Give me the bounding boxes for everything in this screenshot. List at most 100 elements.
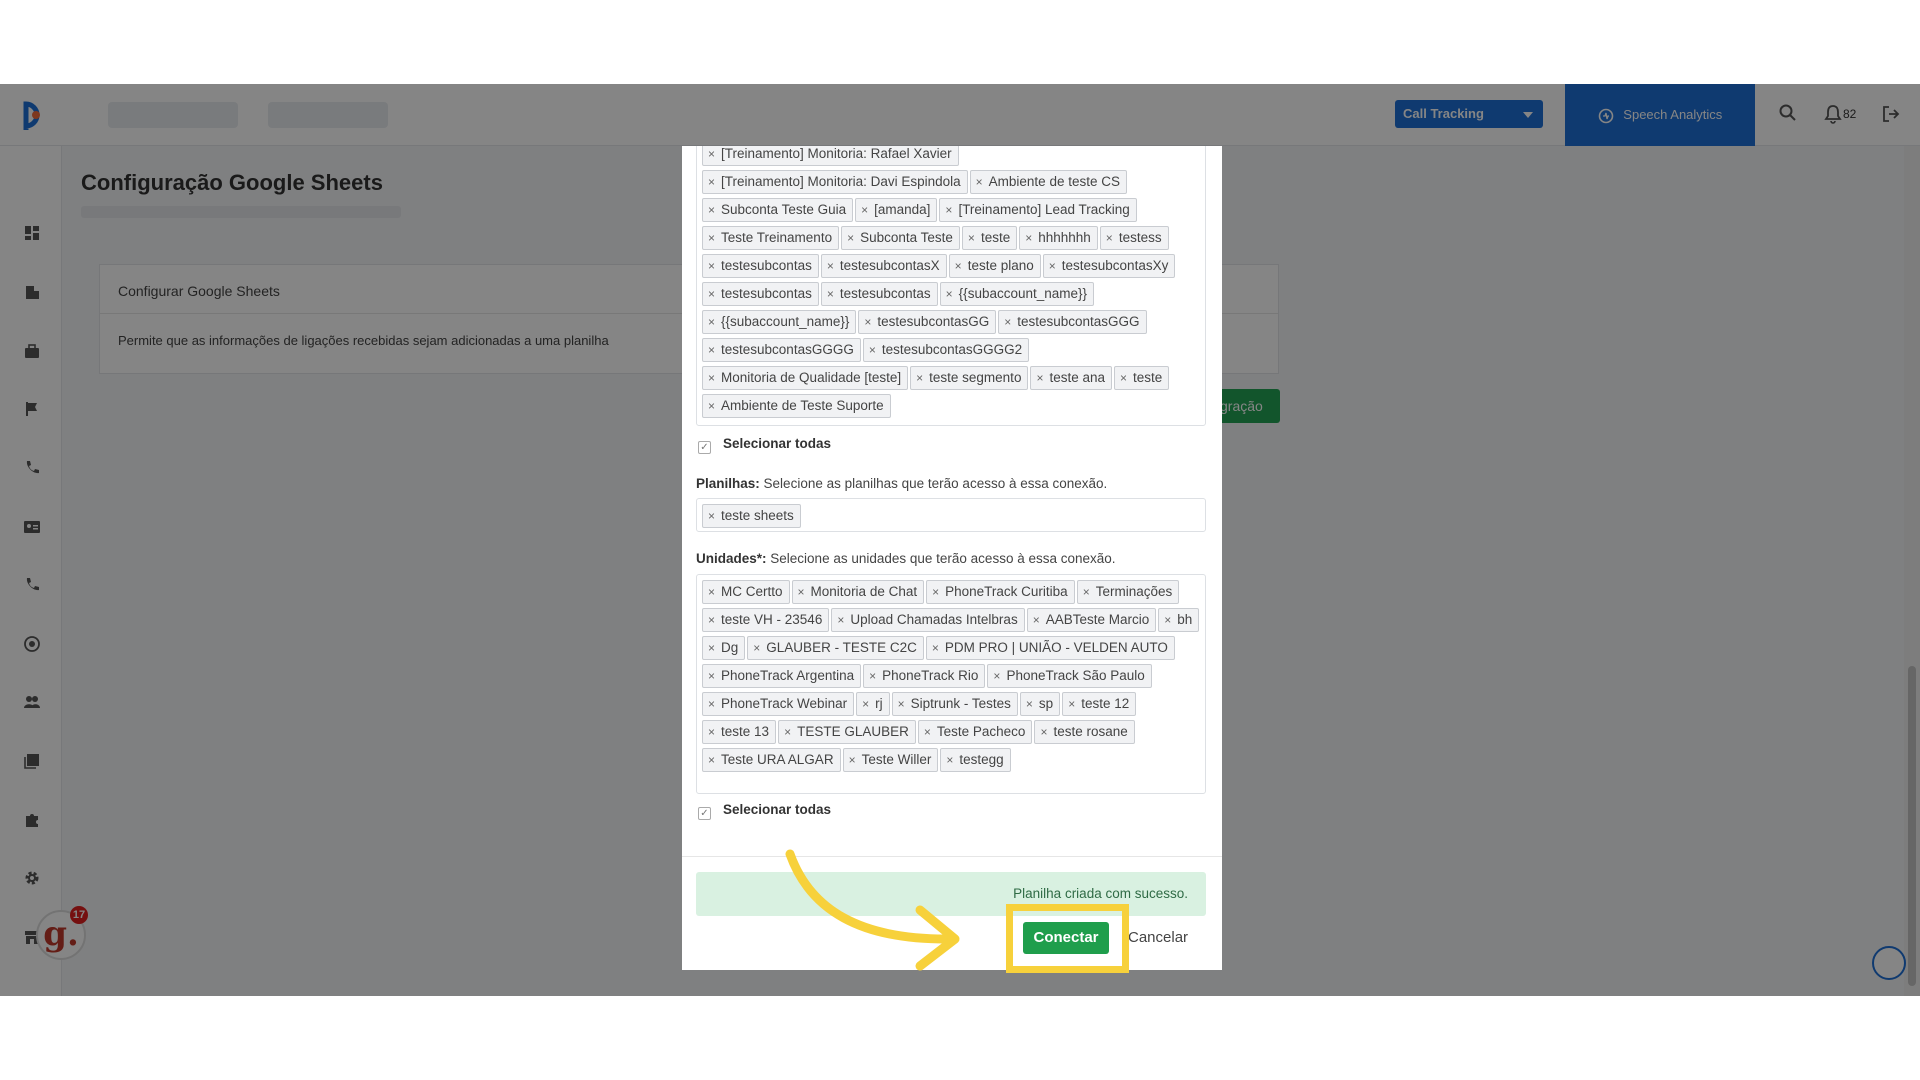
- remove-tag-icon[interactable]: ×: [993, 669, 1000, 683]
- account-tag: × testesubcontasGG: [858, 310, 997, 334]
- remove-tag-icon[interactable]: ×: [976, 175, 983, 189]
- unit-tag: × rj: [856, 692, 890, 716]
- units-tag-input[interactable]: × MC Certto × Monitoria de Chat × PhoneTrack …: [696, 574, 1206, 794]
- remove-tag-icon[interactable]: ×: [1036, 371, 1043, 385]
- remove-tag-icon[interactable]: ×: [1025, 231, 1032, 245]
- tag-label: Terminações: [1095, 584, 1173, 599]
- remove-tag-icon[interactable]: ×: [708, 259, 715, 273]
- remove-tag-icon[interactable]: ×: [827, 259, 834, 273]
- remove-tag-icon[interactable]: ×: [1049, 259, 1056, 273]
- select-all-label: Selecionar todas: [723, 802, 832, 817]
- tag-label: sp: [1038, 696, 1054, 711]
- remove-tag-icon[interactable]: ×: [708, 315, 715, 329]
- tag-label: Ambiente de Teste Suporte: [721, 398, 884, 413]
- select-all-units[interactable]: ✓ Selecionar todas: [698, 802, 831, 820]
- tag-label: teste 12: [1081, 696, 1130, 711]
- remove-tag-icon[interactable]: ×: [1106, 231, 1113, 245]
- unit-tag: × testegg: [940, 748, 1011, 772]
- remove-tag-icon[interactable]: ×: [1040, 725, 1047, 739]
- remove-tag-icon[interactable]: ×: [798, 585, 805, 599]
- remove-tag-icon[interactable]: ×: [837, 613, 844, 627]
- tag-label: teste sheets: [721, 508, 794, 523]
- remove-tag-icon[interactable]: ×: [1033, 613, 1040, 627]
- remove-tag-icon[interactable]: ×: [827, 287, 834, 301]
- remove-tag-icon[interactable]: ×: [708, 175, 715, 189]
- tag-label: Subconta Teste: [860, 230, 953, 245]
- unit-tag: × PhoneTrack Rio: [863, 664, 986, 688]
- remove-tag-icon[interactable]: ×: [708, 371, 715, 385]
- account-tag: × Ambiente de teste CS: [969, 170, 1127, 194]
- tag-label: teste ana: [1049, 370, 1106, 385]
- remove-tag-icon[interactable]: ×: [708, 203, 715, 217]
- remove-tag-icon[interactable]: ×: [708, 287, 715, 301]
- remove-tag-icon[interactable]: ×: [869, 343, 876, 357]
- tag-label: Monitoria de Qualidade [teste]: [721, 370, 902, 385]
- remove-tag-icon[interactable]: ×: [708, 641, 715, 655]
- remove-tag-icon[interactable]: ×: [708, 725, 715, 739]
- remove-tag-icon[interactable]: ×: [946, 753, 953, 767]
- account-tag: × hhhhhhh: [1019, 226, 1098, 250]
- tag-label: Teste Pacheco: [936, 724, 1026, 739]
- remove-tag-icon[interactable]: ×: [708, 399, 715, 413]
- remove-tag-icon[interactable]: ×: [708, 343, 715, 357]
- remove-tag-icon[interactable]: ×: [753, 641, 760, 655]
- unit-tag: × PhoneTrack Curitiba: [926, 580, 1075, 604]
- checkbox-icon[interactable]: ✓: [698, 441, 711, 454]
- account-tag: × Monitoria de Qualidade [teste]: [702, 366, 909, 390]
- tag-label: bh: [1177, 612, 1193, 627]
- remove-tag-icon[interactable]: ×: [1068, 697, 1075, 711]
- remove-tag-icon[interactable]: ×: [898, 697, 905, 711]
- unit-tag: × teste rosane: [1034, 720, 1135, 744]
- remove-tag-icon[interactable]: ×: [708, 613, 715, 627]
- remove-tag-icon[interactable]: ×: [869, 669, 876, 683]
- accounts-tag-input[interactable]: × [Treinamento] Monitoria: Rafael Xavier×…: [696, 146, 1206, 426]
- remove-tag-icon[interactable]: ×: [708, 669, 715, 683]
- remove-tag-icon[interactable]: ×: [932, 585, 939, 599]
- pointer-arrow-icon: [785, 849, 960, 971]
- remove-tag-icon[interactable]: ×: [849, 753, 856, 767]
- select-all-accounts[interactable]: ✓ Selecionar todas: [698, 436, 831, 454]
- account-tag: × [Treinamento] Lead Tracking: [939, 198, 1137, 222]
- remove-tag-icon[interactable]: ×: [955, 259, 962, 273]
- sheets-label-bold: Planilhas:: [696, 476, 760, 491]
- tag-label: Teste URA ALGAR: [721, 752, 834, 767]
- remove-tag-icon[interactable]: ×: [1004, 315, 1011, 329]
- remove-tag-icon[interactable]: ×: [864, 315, 871, 329]
- account-tag: × testesubcontas: [702, 254, 819, 278]
- remove-tag-icon[interactable]: ×: [1083, 585, 1090, 599]
- remove-tag-icon[interactable]: ×: [861, 203, 868, 217]
- account-tag: × teste: [1114, 366, 1170, 390]
- remove-tag-icon[interactable]: ×: [1120, 371, 1127, 385]
- unit-tag: × bh: [1158, 608, 1200, 632]
- remove-tag-icon[interactable]: ×: [968, 231, 975, 245]
- remove-tag-icon[interactable]: ×: [784, 725, 791, 739]
- remove-tag-icon[interactable]: ×: [847, 231, 854, 245]
- unit-tag: × teste 13: [702, 720, 777, 744]
- account-tag: × [amanda]: [855, 198, 938, 222]
- tag-label: testesubcontasGGG: [1017, 314, 1140, 329]
- remove-tag-icon[interactable]: ×: [708, 697, 715, 711]
- tag-label: [amanda]: [874, 202, 931, 217]
- checkbox-icon[interactable]: ✓: [698, 807, 711, 820]
- sheets-tag-input[interactable]: × teste sheets: [696, 498, 1206, 532]
- remove-tag-icon[interactable]: ×: [708, 231, 715, 245]
- account-tag: × {{subaccount_name}}: [939, 282, 1095, 306]
- remove-tag-icon[interactable]: ×: [708, 753, 715, 767]
- account-tag: × testesubcontasX: [820, 254, 947, 278]
- remove-tag-icon[interactable]: ×: [916, 371, 923, 385]
- unit-tag: × GLAUBER - TESTE C2C: [747, 636, 924, 660]
- remove-tag-icon[interactable]: ×: [1026, 697, 1033, 711]
- tag-label: teste plano: [967, 258, 1034, 273]
- remove-tag-icon[interactable]: ×: [708, 509, 715, 523]
- account-tag: × testesubcontas: [820, 282, 938, 306]
- remove-tag-icon[interactable]: ×: [924, 725, 931, 739]
- remove-tag-icon[interactable]: ×: [946, 287, 953, 301]
- remove-tag-icon[interactable]: ×: [862, 697, 869, 711]
- remove-tag-icon[interactable]: ×: [708, 585, 715, 599]
- remove-tag-icon[interactable]: ×: [708, 147, 715, 161]
- tag-label: [Treinamento] Monitoria: Davi Espindola: [721, 174, 961, 189]
- remove-tag-icon[interactable]: ×: [1164, 613, 1171, 627]
- tag-label: Teste Willer: [861, 752, 932, 767]
- remove-tag-icon[interactable]: ×: [932, 641, 939, 655]
- remove-tag-icon[interactable]: ×: [945, 203, 952, 217]
